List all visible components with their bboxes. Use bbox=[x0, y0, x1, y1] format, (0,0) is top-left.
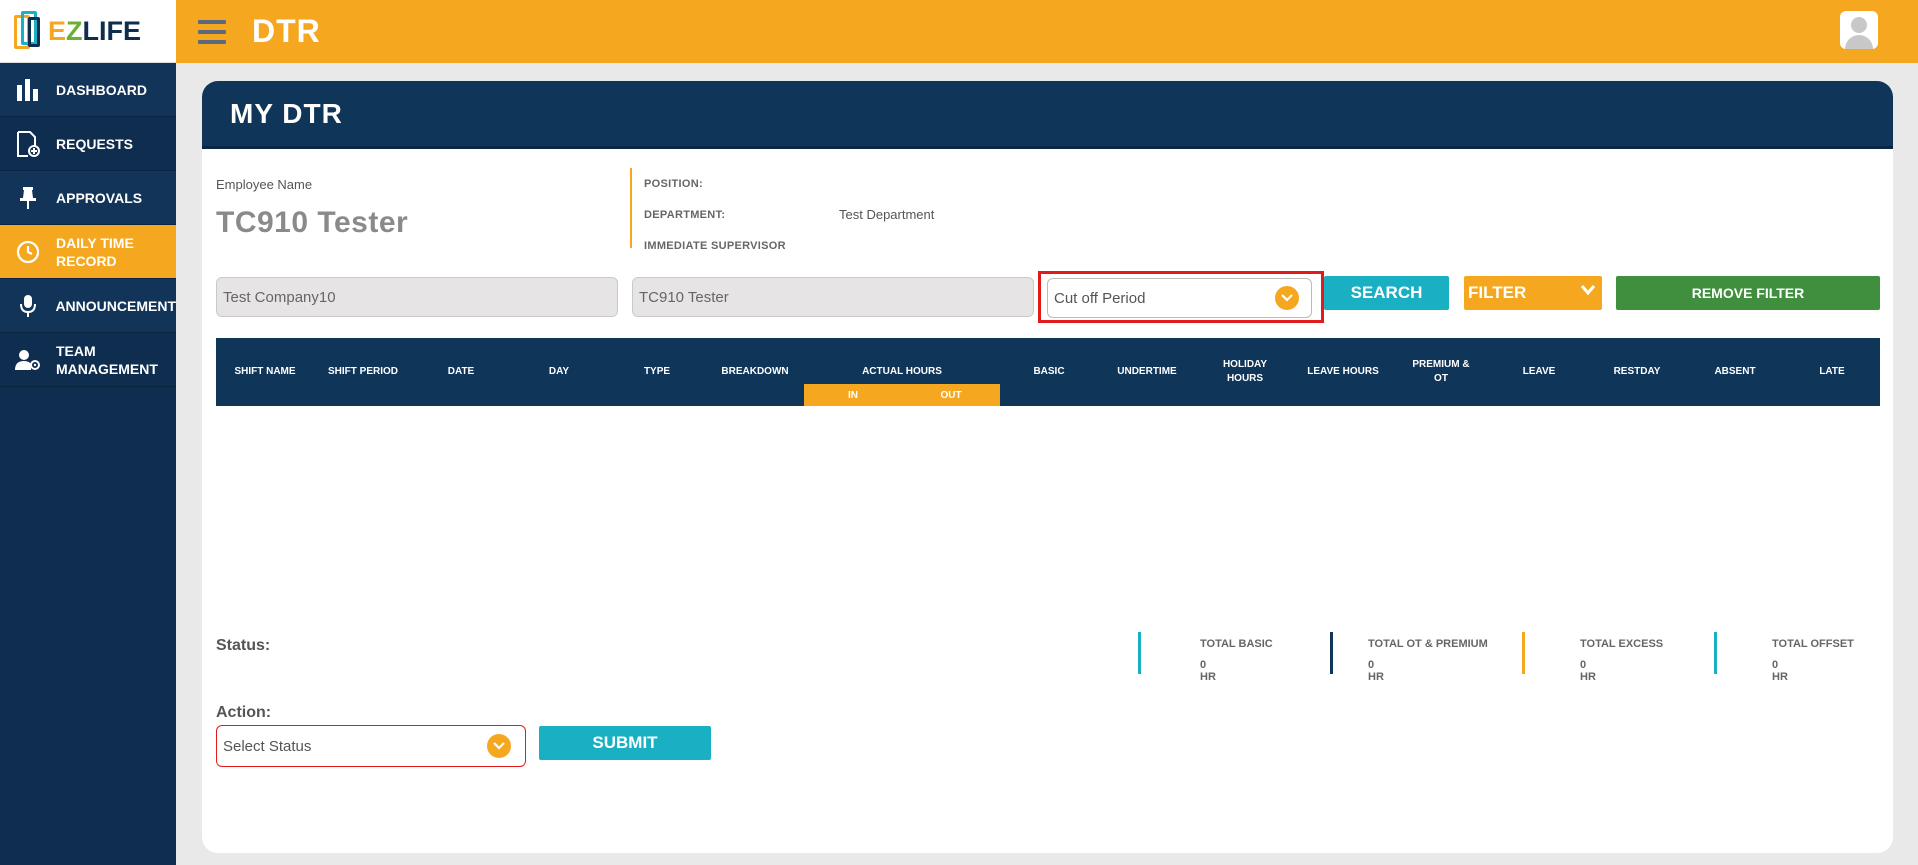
cutoff-period-placeholder: Cut off Period bbox=[1054, 289, 1146, 307]
status-select[interactable]: Select Status bbox=[216, 725, 526, 767]
sidebar-item-requests[interactable]: REQUESTS bbox=[0, 117, 176, 171]
filter-button[interactable]: FILTER bbox=[1464, 276, 1602, 310]
chevron-down-icon bbox=[1275, 286, 1299, 310]
sidebar-item-label: APPROVALS bbox=[56, 189, 143, 206]
in-label: IN bbox=[848, 389, 858, 401]
remove-filter-button[interactable]: REMOVE FILTER bbox=[1616, 276, 1880, 310]
actual-hours-header: ACTUAL HOURS IN OUT bbox=[804, 338, 1000, 406]
user-gear-icon bbox=[0, 349, 56, 371]
total-ot-premium-label: TOTAL OT & PREMIUM bbox=[1368, 638, 1488, 650]
total-ot-premium-bar bbox=[1330, 632, 1333, 674]
status-label: Status: bbox=[216, 637, 271, 654]
clock-icon bbox=[0, 240, 56, 264]
employee-name: TC910 Tester bbox=[216, 206, 409, 239]
total-excess-value: 0 HR bbox=[1580, 659, 1596, 683]
column-header: ABSENT bbox=[1714, 366, 1756, 377]
logo-mark-icon bbox=[12, 9, 44, 53]
column-header: LATE bbox=[1819, 366, 1845, 377]
total-excess-bar bbox=[1522, 632, 1525, 674]
total-offset-value: 0 HR bbox=[1772, 659, 1788, 683]
total-basic-label: TOTAL BASIC bbox=[1200, 638, 1273, 650]
employee-block: Employee Name TC910 Tester bbox=[216, 177, 408, 240]
sidebar-item-label: DASHBOARD bbox=[56, 81, 147, 98]
department-value: Test Department bbox=[839, 207, 935, 222]
pin-icon bbox=[0, 186, 56, 210]
supervisor-row: IMMEDIATE SUPERVISOR bbox=[644, 230, 934, 261]
sidebar-item-label: REQUESTS bbox=[56, 135, 134, 152]
sidebar-item-daily-time-record[interactable]: DAILY TIME RECORD bbox=[0, 225, 176, 279]
department-label: DEPARTMENT: bbox=[644, 208, 726, 221]
dtr-card: MY DTR Employee Name TC910 Tester POSITI… bbox=[202, 81, 1893, 853]
sidebar-item-approvals[interactable]: APPROVALS bbox=[0, 171, 176, 225]
employee-name-label: Employee Name bbox=[216, 177, 313, 192]
card-header: MY DTR bbox=[202, 81, 1893, 149]
column-header: RESTDAY bbox=[1613, 366, 1661, 377]
sidebar-item-dashboard[interactable]: DASHBOARD bbox=[0, 63, 176, 117]
column-header: UNDERTIME bbox=[1117, 366, 1177, 377]
hamburger-menu-icon[interactable] bbox=[198, 19, 226, 44]
bar-chart-icon bbox=[0, 78, 56, 101]
employee-field[interactable]: TC910 Tester bbox=[632, 277, 1034, 317]
employee-info: POSITION: DEPARTMENT: Test Department IM… bbox=[630, 168, 934, 252]
avatar[interactable] bbox=[1840, 11, 1878, 49]
column-header: BREAKDOWN bbox=[721, 366, 789, 377]
chevron-down-icon bbox=[1580, 285, 1596, 296]
actual-hours-label: ACTUAL HOURS bbox=[862, 366, 942, 377]
logo[interactable]: EZLIFE bbox=[0, 0, 176, 63]
column-header: LEAVE HOURS bbox=[1307, 366, 1379, 377]
card-title: MY DTR bbox=[230, 97, 343, 129]
department-row: DEPARTMENT: Test Department bbox=[644, 199, 934, 230]
sidebar-item-label: DAILY TIME RECORD bbox=[56, 234, 134, 269]
column-header: DATE bbox=[447, 366, 475, 377]
action-label: Action: bbox=[216, 704, 272, 721]
filter-label: FILTER bbox=[1468, 283, 1527, 302]
search-button[interactable]: SEARCH bbox=[1324, 276, 1449, 310]
column-header: SHIFT PERIOD bbox=[327, 366, 398, 377]
chevron-down-icon bbox=[487, 734, 511, 758]
page-title: DTR bbox=[252, 13, 321, 49]
logo-text: EZLIFE bbox=[48, 15, 142, 46]
sidebar-item-team-management[interactable]: TEAM MANAGEMENT bbox=[0, 333, 176, 387]
out-label: OUT bbox=[940, 389, 962, 401]
document-add-icon bbox=[0, 130, 56, 157]
sidebar-item-label: TEAM MANAGEMENT bbox=[56, 342, 158, 377]
supervisor-label: IMMEDIATE SUPERVISOR bbox=[644, 239, 786, 252]
submit-button[interactable]: SUBMIT bbox=[539, 726, 711, 760]
microphone-icon bbox=[0, 294, 55, 318]
column-header: LEAVE bbox=[1522, 366, 1556, 377]
total-ot-premium-value: 0 HR bbox=[1368, 659, 1384, 683]
position-label: POSITION: bbox=[644, 177, 703, 190]
position-row: POSITION: bbox=[644, 168, 934, 199]
sidebar-item-announcement[interactable]: ANNOUNCEMENT bbox=[0, 279, 176, 333]
total-basic-value: 0 HR bbox=[1200, 659, 1216, 683]
column-header: TYPE bbox=[643, 366, 671, 377]
total-offset-label: TOTAL OFFSET bbox=[1772, 638, 1854, 650]
total-basic-bar bbox=[1138, 632, 1141, 674]
column-header: PREMIUM & OT bbox=[1412, 359, 1470, 384]
total-offset-bar bbox=[1714, 632, 1717, 674]
table-header: SHIFT NAME SHIFT PERIOD DATE DAY TYPE BR… bbox=[216, 338, 1880, 406]
column-header: BASIC bbox=[1033, 366, 1065, 377]
status-select-placeholder: Select Status bbox=[223, 737, 312, 755]
top-bar: DTR bbox=[176, 0, 1918, 63]
sidebar-item-label: ANNOUNCEMENT bbox=[55, 297, 176, 314]
actual-hours-subheader: IN OUT bbox=[804, 384, 1000, 406]
column-header: SHIFT NAME bbox=[234, 366, 296, 377]
column-header: HOLIDAY HOURS bbox=[1222, 359, 1268, 384]
company-field[interactable]: Test Company10 bbox=[216, 277, 618, 317]
cutoff-period-dropdown[interactable]: Cut off Period bbox=[1047, 278, 1312, 318]
sidebar: EZLIFE DASHBOARD REQUESTS APPROVALS DAIL… bbox=[0, 0, 176, 865]
column-header: DAY bbox=[548, 366, 570, 377]
